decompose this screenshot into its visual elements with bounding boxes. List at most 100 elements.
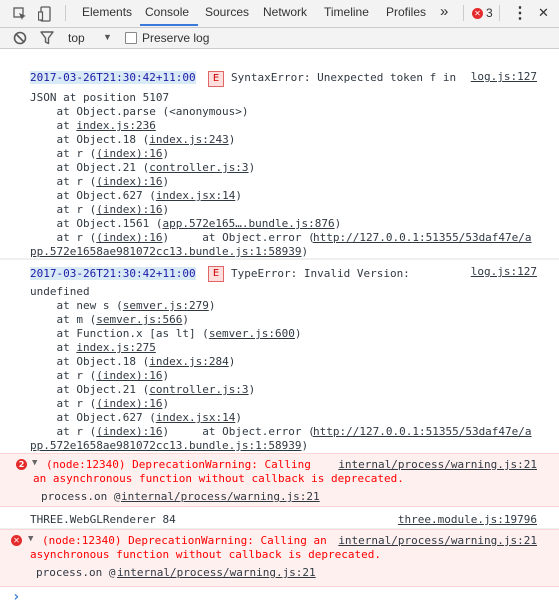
stack-frame-text: ) [162,147,170,160]
stack-frame-link[interactable]: semver.js:566 [96,313,182,326]
stack-frame-link[interactable]: pp.572e1658ae981072cc13.bundle.js:1:5893… [30,245,302,258]
stack-frame-link[interactable]: (index):16 [96,369,162,382]
preserve-log-label[interactable]: Preserve log [142,31,209,45]
tab-profiles[interactable]: Profiles [386,5,426,19]
stack-frame: at r ((index):16) at Object.error ( [30,231,314,244]
stack-frame-text: ) at Object.error ( [162,425,315,438]
message-text: THREE.WebGLRenderer 84 [30,513,176,526]
stack-frame-link[interactable]: index.js:243 [149,133,228,146]
stack-frame-link[interactable]: semver.js:600 [209,327,295,340]
expand-arrow-icon[interactable]: ▼ [32,458,37,468]
timestamp: 2017-03-26T21:30:42+11:00 [30,71,196,84]
stack-frame: at r ((index):16) at Object.error ( [30,425,315,438]
stack-frame-link[interactable]: index.jsx:14 [156,411,235,424]
more-tabs-button[interactable]: » [440,3,448,20]
trace-link[interactable]: internal/process/warning.js:21 [121,490,320,503]
stack-frame: at r ((index):16) [30,147,169,160]
stack-frame-link[interactable]: (index):16 [96,147,162,160]
stack-frame-text: ) [208,299,216,312]
stack-frame: at index.js:236 [30,119,155,132]
repeat-count-badge: 2 [16,459,27,470]
console-messages: 2017-03-26T21:30:42+11:00 E SyntaxError:… [0,49,559,606]
timestamp: 2017-03-26T21:30:42+11:00 [30,267,196,280]
console-message-error: 2 ▼ (node:12340) DeprecationWarning: Cal… [0,453,559,507]
stack-frame: at Object.21 (controller.js:3) [30,161,255,174]
stack-frame-link[interactable]: index.js:236 [76,119,155,132]
stack-frame-text: ) [162,203,170,216]
error-count[interactable]: 3 [486,6,493,20]
console-prompt[interactable]: › [12,589,20,605]
source-link[interactable]: log.js:127 [471,265,537,278]
toolbar-divider [463,5,464,21]
source-link[interactable]: log.js:127 [471,70,537,83]
stack-frame-text: ) [228,133,236,146]
stack-frame-link[interactable]: pp.572e1658ae981072cc13.bundle.js:1:5893… [30,439,302,452]
stack-frame-text: ) [248,383,256,396]
context-selector[interactable]: top [68,31,85,45]
filter-icon[interactable] [40,31,54,48]
console-message-error: ✕ ▼ (node:12340) DeprecationWarning: Cal… [0,529,559,587]
preserve-log-checkbox[interactable] [125,32,137,44]
stack-frame-text: at Object.18 ( [30,133,150,146]
stack-frame-link[interactable]: (index):16 [96,425,162,438]
tab-elements[interactable]: Elements [82,5,132,19]
stack-frame-text: ) [235,411,242,424]
customize-menu-icon[interactable]: ⋮ [512,3,528,23]
stack-frame-link[interactable]: index.js:275 [76,341,155,354]
stack-frame: at Object.parse (<anonymous>) [30,105,248,118]
console-message: 2017-03-26T21:30:42+11:00 E TypeError: I… [0,259,559,454]
stack-frame-text: ) [301,439,309,452]
stack-frame-link[interactable]: (index):16 [96,203,162,216]
stack-frame-link[interactable]: (index):16 [96,231,162,244]
chevron-down-icon[interactable]: ▼ [103,32,112,42]
stack-frame-text: at Object.18 ( [30,355,150,368]
tab-timeline[interactable]: Timeline [324,5,369,19]
stack-frame-text: at r ( [30,231,97,244]
tab-network[interactable]: Network [263,5,307,19]
error-url-link[interactable]: http://127.0.0.1:51355/53daf47e/a [313,231,532,244]
stack-frame-text: at Object.627 ( [30,189,156,202]
stack-frame: at Object.627 (index.jsx:14) [30,411,242,424]
stack-frame-link[interactable]: app.572e165….bundle.js:876 [162,217,334,230]
tab-sources[interactable]: Sources [205,5,249,19]
console-message: 2017-03-26T21:30:42+11:00 E SyntaxError:… [0,65,559,259]
devtools-toolbar: Elements Console Sources Network Timelin… [0,0,559,49]
inspect-element-icon[interactable] [13,7,27,24]
stack-frame-link[interactable]: controller.js:3 [149,161,248,174]
close-devtools-icon[interactable]: ✕ [538,5,549,21]
source-link[interactable]: internal/process/warning.js:21 [338,534,537,547]
trace-link[interactable]: internal/process/warning.js:21 [117,566,316,579]
stack-frame-link[interactable]: semver.js:279 [123,299,209,312]
stack-frame-text: at r ( [30,425,97,438]
clear-console-icon[interactable] [13,31,27,48]
stack-frame: at Object.18 (index.js:284) [30,355,235,368]
stack-frame: at Function.x [as lt] (semver.js:600) [30,327,301,340]
stack-frame-text: ) [228,355,236,368]
stack-frame-text: ) [182,313,189,326]
device-toolbar-icon[interactable] [37,6,52,25]
stack-frame: at Object.1561 (app.572e165….bundle.js:8… [30,217,341,230]
stack-frame-text: at r ( [30,175,97,188]
source-link[interactable]: three.module.js:19796 [398,513,537,526]
stack-frame-link[interactable]: (index):16 [96,175,162,188]
source-link[interactable]: internal/process/warning.js:21 [338,458,537,471]
stack-frame-link[interactable]: (index):16 [96,397,162,410]
stack-frame: at r ((index):16) [30,397,169,410]
stack-frame-text: at Object.1561 ( [30,217,163,230]
stack-frame: pp.572e1658ae981072cc13.bundle.js:1:5893… [30,439,308,452]
stack-frame-link[interactable]: controller.js:3 [149,383,248,396]
stack-frame-link[interactable]: index.js:284 [149,355,228,368]
error-flag: E [208,266,224,282]
stack-frame-text: at Object.21 ( [30,161,150,174]
toolbar-divider [65,5,66,21]
expand-arrow-icon[interactable]: ▼ [28,534,33,544]
stack-frame-link[interactable]: index.jsx:14 [156,189,235,202]
stack-frame: at r ((index):16) [30,203,169,216]
stack-frame-text: at [30,341,77,354]
error-url-link[interactable]: http://127.0.0.1:51355/53daf47e/a [313,425,532,438]
tab-console[interactable]: Console [145,5,189,19]
message-text-continued: JSON at position 5107 [30,91,170,104]
error-count-icon[interactable]: ✕ [472,8,483,19]
stack-frame-text: at [30,119,77,132]
stack-frame: at new s (semver.js:279) [30,299,215,312]
